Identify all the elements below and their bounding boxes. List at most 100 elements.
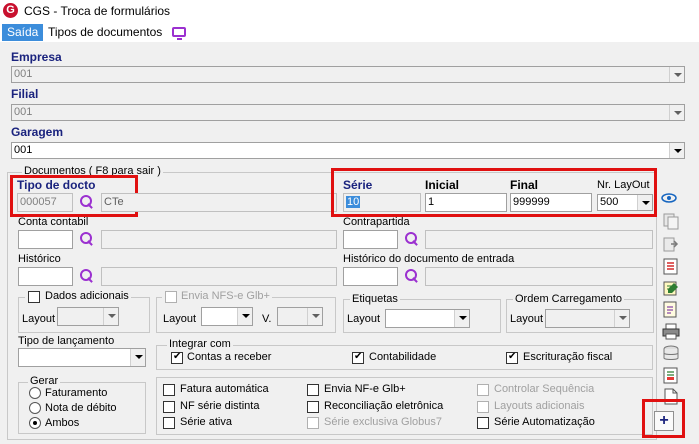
- serie-automatizacao-checkbox[interactable]: [477, 417, 489, 429]
- serie-ativa-label: Série ativa: [180, 416, 232, 428]
- ambos-radio[interactable]: [29, 417, 41, 429]
- chevron-down-icon[interactable]: [614, 310, 629, 327]
- chevron-down-icon[interactable]: [669, 143, 684, 158]
- envia-nfs-checkbox[interactable]: [165, 291, 177, 303]
- nf-serie-distinta-checkbox[interactable]: [163, 401, 175, 413]
- ordem-layout-label: Layout: [510, 313, 544, 325]
- envia-nfs-layout-select[interactable]: [201, 307, 253, 326]
- historico-input[interactable]: [18, 267, 73, 286]
- chevron-down-icon[interactable]: [454, 310, 469, 327]
- chevron-down-icon[interactable]: [130, 349, 145, 366]
- note-edit-icon[interactable]: [662, 280, 680, 297]
- tipo-docto-code: 000057: [20, 196, 57, 208]
- dados-adicionais-layout-select[interactable]: [57, 307, 119, 326]
- envia-nfs-v-select[interactable]: [277, 307, 323, 326]
- chevron-down-icon[interactable]: [669, 67, 684, 82]
- escrituracao-fiscal-label: Escrituração fiscal: [523, 351, 613, 363]
- controlar-sequencia-label: Controlar Sequência: [494, 383, 595, 395]
- serie-label: Série: [343, 178, 373, 192]
- conta-contabil-input[interactable]: [18, 230, 73, 249]
- tipo-docto-desc-text: CTe: [104, 196, 124, 208]
- tipo-lancamento-select[interactable]: [18, 348, 146, 367]
- garagem-select[interactable]: 001: [11, 142, 685, 159]
- print-icon[interactable]: [662, 323, 680, 340]
- contrapartida-input[interactable]: [343, 230, 398, 249]
- filial-value: 001: [14, 106, 33, 118]
- app-logo-icon: G: [3, 3, 18, 18]
- gerar-legend: Gerar: [28, 375, 61, 387]
- contas-receber-checkbox[interactable]: [171, 351, 183, 364]
- serie-input[interactable]: 10: [343, 193, 421, 212]
- chevron-down-icon[interactable]: [237, 308, 252, 325]
- empresa-value: 001: [14, 68, 33, 80]
- dados-adicionais-layout-label: Layout: [22, 313, 56, 325]
- copy-icon[interactable]: [662, 213, 680, 230]
- ordem-carregamento-legend: Ordem Carregamento: [513, 293, 624, 305]
- historico-entrada-desc: [425, 267, 653, 286]
- final-value: 999999: [513, 196, 550, 208]
- etiquetas-layout-select[interactable]: [385, 309, 470, 328]
- etiquetas-legend: Etiquetas: [350, 293, 400, 305]
- tipo-lancamento-label: Tipo de lançamento: [18, 335, 115, 347]
- menu-tipos-documentos[interactable]: Tipos de documentos: [48, 24, 162, 41]
- dados-adicionais-label: Dados adicionais: [45, 290, 129, 302]
- filial-label: Filial: [11, 87, 39, 101]
- search-icon[interactable]: [80, 232, 94, 246]
- export-icon[interactable]: [662, 236, 680, 253]
- ambos-label: Ambos: [45, 417, 80, 429]
- garagem-value: 001: [14, 144, 33, 156]
- final-label: Final: [510, 178, 539, 192]
- tipo-docto-code-input[interactable]: 000057: [17, 193, 73, 212]
- contabilidade-checkbox[interactable]: [352, 351, 364, 364]
- nf-serie-distinta-label: NF série distinta: [180, 400, 260, 412]
- historico-entrada-input[interactable]: [343, 267, 398, 286]
- filial-select[interactable]: 001: [11, 104, 685, 121]
- contabilidade-label: Contabilidade: [369, 351, 437, 363]
- layout-select[interactable]: 500: [597, 194, 653, 211]
- chevron-down-icon[interactable]: [637, 195, 652, 210]
- eye-icon[interactable]: [661, 192, 677, 204]
- inicial-input[interactable]: 1: [425, 193, 507, 212]
- ordem-layout-select[interactable]: [545, 309, 630, 328]
- menu-bar: Saída Tipos de documentos: [0, 22, 699, 42]
- search-icon[interactable]: [405, 232, 419, 246]
- search-icon[interactable]: [80, 269, 94, 283]
- conta-contabil-label: Conta contabil: [18, 216, 89, 228]
- monitor-icon[interactable]: [172, 27, 186, 40]
- layouts-adicionais-checkbox[interactable]: [477, 401, 489, 413]
- faturamento-radio[interactable]: [29, 387, 41, 399]
- envia-nfs-label: Envia NFS-e Glb+: [181, 290, 270, 302]
- reconciliacao-checkbox[interactable]: [307, 401, 319, 413]
- window-title: CGS - Troca de formulários: [24, 4, 171, 18]
- serie-exclusiva-checkbox[interactable]: [307, 417, 319, 429]
- final-input[interactable]: 999999: [510, 193, 592, 212]
- empresa-select[interactable]: 001: [11, 66, 685, 83]
- controlar-sequencia-checkbox[interactable]: [477, 384, 489, 396]
- integrar-legend: Integrar com: [167, 338, 233, 350]
- edit-document-icon[interactable]: [662, 301, 680, 318]
- serie-ativa-checkbox[interactable]: [163, 417, 175, 429]
- report-icon[interactable]: [662, 367, 680, 384]
- add-button[interactable]: +: [654, 411, 674, 431]
- escrituracao-fiscal-checkbox[interactable]: [506, 351, 518, 364]
- fatura-automatica-label: Fatura automática: [180, 383, 269, 395]
- checklist-icon[interactable]: [662, 258, 680, 275]
- faturamento-label: Faturamento: [45, 387, 108, 399]
- reconciliacao-label: Reconciliação eletrônica: [324, 400, 444, 412]
- layout-label: Nr. LayOut: [597, 179, 650, 191]
- chevron-down-icon[interactable]: [669, 105, 684, 120]
- serie-value: 10: [346, 196, 361, 208]
- search-icon[interactable]: [405, 269, 419, 283]
- fatura-automatica-checkbox[interactable]: [163, 384, 175, 396]
- contrapartida-desc: [425, 230, 653, 249]
- chevron-down-icon[interactable]: [103, 308, 118, 325]
- database-icon[interactable]: [662, 345, 680, 362]
- empresa-label: Empresa: [11, 50, 62, 64]
- inicial-label: Inicial: [425, 178, 460, 192]
- search-icon[interactable]: [80, 195, 94, 209]
- menu-saida[interactable]: Saída: [2, 24, 44, 41]
- dados-adicionais-checkbox[interactable]: [28, 291, 40, 303]
- envia-nfe-checkbox[interactable]: [307, 384, 319, 396]
- chevron-down-icon[interactable]: [307, 308, 322, 325]
- nota-debito-radio[interactable]: [29, 402, 41, 414]
